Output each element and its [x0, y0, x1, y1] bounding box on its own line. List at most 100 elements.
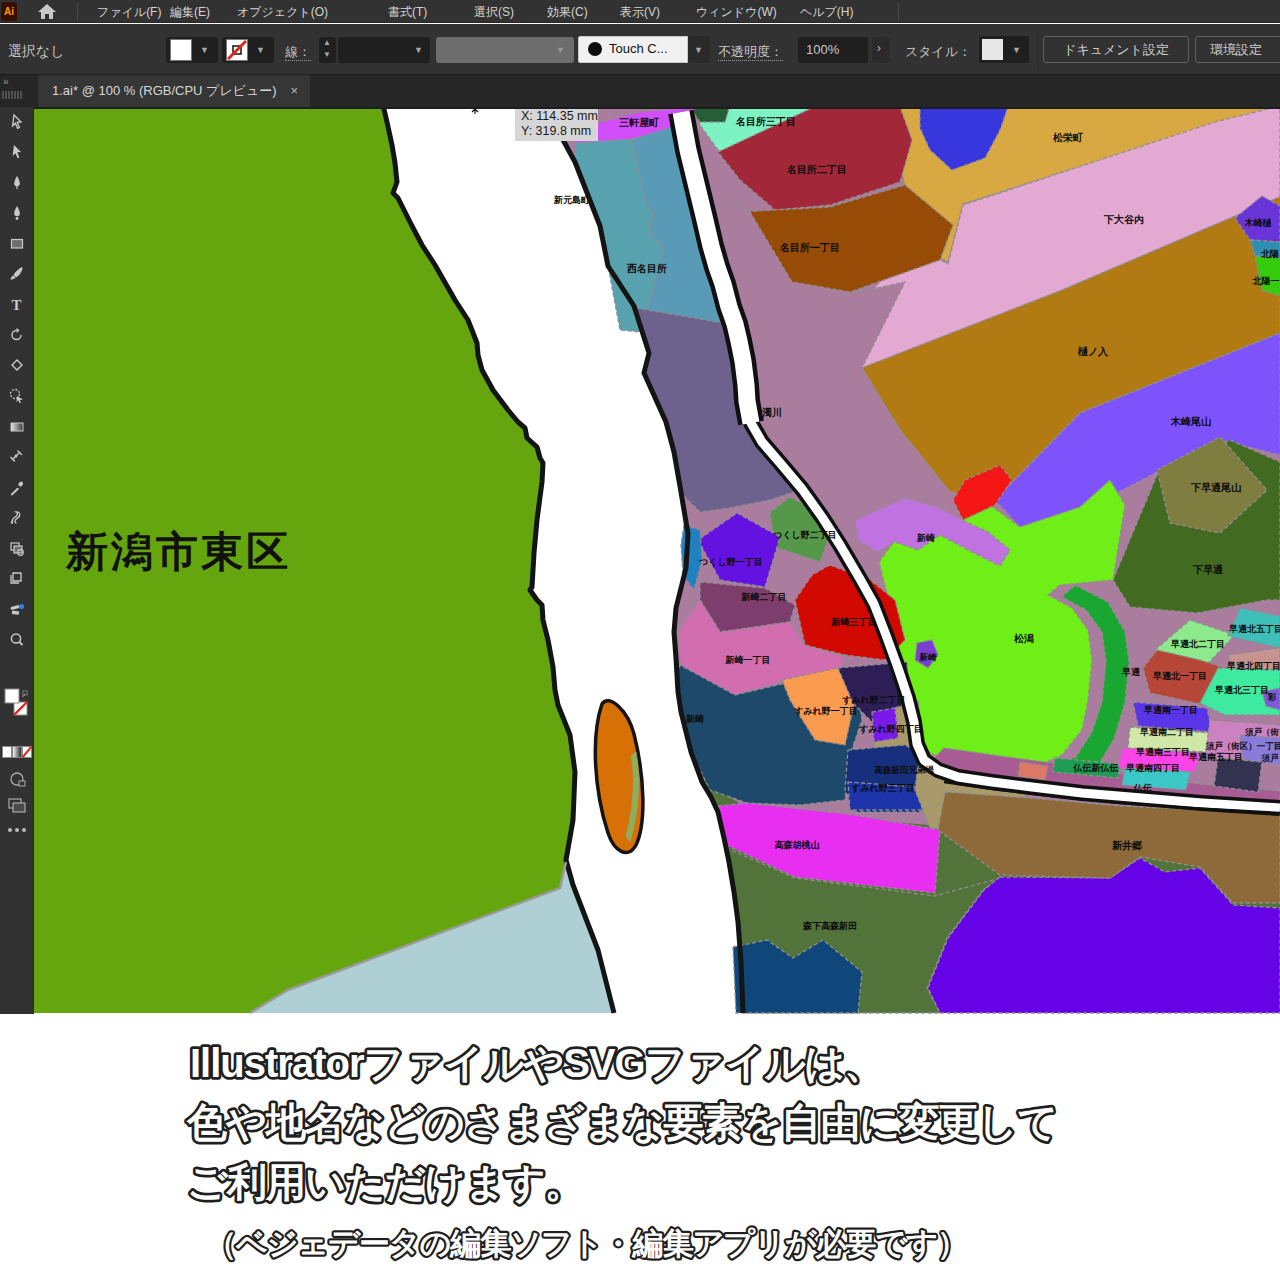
selection-status: 選択なし	[8, 43, 65, 61]
opacity-label: 不透明度：	[718, 43, 783, 61]
gradient-tool[interactable]	[0, 418, 33, 436]
brush-definition-value: Touch C...	[609, 41, 668, 56]
menu-9[interactable]: ヘルプ(H)	[800, 4, 854, 21]
map-label: 下早通尾山	[1190, 482, 1241, 493]
tab-close-icon[interactable]: ×	[290, 75, 298, 107]
map-label: 北陽一	[1252, 276, 1280, 286]
artboard-tool[interactable]	[0, 570, 33, 588]
fill-color-control[interactable]: ▼	[166, 37, 218, 63]
menu-6[interactable]: 効果(C)	[547, 4, 588, 21]
paintbrush-tool[interactable]	[0, 265, 33, 283]
map-label: 下大谷内	[1103, 214, 1144, 225]
map-label: すみれ野二丁目	[841, 695, 906, 706]
map-label: 三軒屋町	[619, 117, 659, 128]
fill-stroke-indicator[interactable]	[0, 688, 33, 728]
map-label: 新井郷	[1111, 840, 1142, 851]
rotate-tool[interactable]	[0, 326, 33, 344]
variable-width-profile-select[interactable]: ▼	[436, 37, 574, 63]
brush-dot-icon	[588, 42, 602, 56]
map-label: 新崎	[916, 533, 935, 543]
map-label: 西名目所	[626, 263, 667, 274]
menu-7[interactable]: 表示(V)	[620, 4, 660, 21]
twirl-tool[interactable]	[0, 509, 33, 527]
stroke-weight-select[interactable]: ▼	[338, 37, 430, 63]
svg-text:T: T	[11, 297, 21, 313]
map-label: 早通南四丁目	[1125, 763, 1180, 773]
preferences-button[interactable]: 環境設定	[1195, 36, 1280, 63]
type-tool[interactable]: T	[0, 296, 33, 314]
fill-swatch[interactable]	[170, 39, 192, 61]
map-label: 新元島町	[553, 195, 590, 205]
map-label: 須戸	[1261, 753, 1280, 763]
map-label: 下早通	[1192, 564, 1224, 575]
more-tools-icon[interactable]	[0, 826, 33, 834]
map-label: 早通北四丁目	[1226, 661, 1280, 671]
map-label: 早通南三丁目	[1135, 747, 1190, 757]
menu-8[interactable]: ウィンドウ(W)	[696, 4, 777, 21]
caption-line-2: 色や地名などのさまざまな要素を自由に変更して	[186, 1100, 1057, 1144]
rectangle-tool[interactable]	[0, 235, 33, 253]
map-label: つくし野一丁目	[698, 557, 763, 567]
map-label: 早通南二丁目	[1139, 727, 1194, 737]
curvature-tool[interactable]	[0, 204, 33, 222]
stroke-swatch[interactable]	[226, 39, 248, 61]
shaper-dot-tool[interactable]	[0, 601, 33, 619]
map-label: 須戸（街区）一丁目	[1205, 741, 1280, 751]
region-area-navy2[interactable]	[1214, 758, 1262, 792]
illustrator-window: 松栄町下大谷内樋ノ入木崎尾山名目所三丁目名目所二丁目名目所一丁目木崎樋北陽一下早…	[0, 0, 1280, 1280]
menubar: Ai ファイル(F) 編集(E) オブジェクト(O) 書式(T) 選択(S) 効果(C) 表…	[0, 0, 1280, 23]
brush-definition-chevron[interactable]: ▼	[688, 36, 710, 63]
zoom-tool[interactable]	[0, 631, 33, 649]
draw-mode-icon[interactable]	[0, 770, 33, 788]
map-label: つくし野二丁目	[772, 530, 837, 540]
map-label: 仏伝	[1133, 783, 1152, 793]
menu-4[interactable]: 書式(T)	[388, 4, 427, 21]
document-setup-button[interactable]: ドキュメント設定	[1043, 36, 1189, 63]
color-mode-strip[interactable]	[0, 746, 33, 758]
symbol-tool[interactable]	[0, 540, 33, 558]
map-label: 高森胡桃山	[775, 840, 820, 850]
pen-tool[interactable]	[0, 174, 33, 192]
direct-selection-tool[interactable]	[0, 143, 33, 161]
stroke-color-control[interactable]: ▼	[222, 37, 274, 63]
options-bar: 選択なし ▼ ▼ 線： ▲▼ ▼ ▼ Touch C... ▼ 不透明度： 10…	[0, 24, 1280, 75]
tools-panel: T	[0, 107, 34, 1014]
width-tool[interactable]	[0, 448, 33, 466]
brush-definition-select[interactable]: Touch C...	[578, 36, 688, 63]
map-label: すみれ野一丁目	[793, 706, 858, 717]
map-label: 森下高森新田	[802, 921, 857, 931]
menu-2[interactable]: 編集(E)	[170, 4, 210, 21]
illustrator-app-icon[interactable]: Ai	[1, 2, 17, 21]
map-label: 名目所三丁目	[735, 116, 796, 127]
selection-tool[interactable]	[0, 113, 33, 131]
stroke-weight-stepper[interactable]: ▲▼	[319, 37, 336, 63]
menu-3[interactable]: オブジェクト(O)	[237, 4, 328, 21]
menu-1[interactable]: ファイル(F)	[97, 4, 161, 21]
map-label: 木崎樋	[1244, 218, 1273, 228]
map-label: 樋ノ入	[1077, 346, 1109, 357]
ward-title: 新潟市東区	[65, 528, 291, 575]
home-icon[interactable]	[36, 2, 58, 21]
map-label: すみれ野三丁目	[850, 783, 915, 794]
map-label: 新崎	[685, 714, 704, 724]
panel-grip-icon	[2, 89, 22, 101]
map-label: 新崎	[919, 652, 938, 662]
opacity-expand-button[interactable]: ›	[872, 37, 890, 63]
caption-area: IllustratorファイルやSVGファイルは、 色や地名などのさまざまな要素…	[0, 1014, 1280, 1280]
eyedropper-tool[interactable]	[0, 479, 33, 497]
document-tab-title: 1.ai* @ 100 % (RGB/CPU プレビュー)	[52, 83, 277, 98]
lasso-tool[interactable]	[0, 387, 33, 405]
panel-expand-icon[interactable]: »	[3, 76, 9, 87]
caption-line-1: IllustratorファイルやSVGファイルは、	[190, 1041, 883, 1085]
map-label: 木崎尾山	[1170, 416, 1211, 427]
style-swatch-control[interactable]: ▼	[979, 36, 1029, 63]
style-swatch[interactable]	[982, 39, 1003, 60]
opacity-field[interactable]: 100%	[798, 37, 868, 63]
shaper-tool[interactable]	[0, 357, 33, 375]
document-tab[interactable]: 1.ai* @ 100 % (RGB/CPU プレビュー) ×	[38, 75, 310, 107]
menu-5[interactable]: 選択(S)	[474, 4, 514, 21]
style-label: スタイル：	[905, 43, 971, 61]
map-label: 濁川	[761, 407, 782, 418]
screen-mode-icon[interactable]	[0, 797, 33, 815]
map-label: 北陽	[1260, 249, 1279, 259]
